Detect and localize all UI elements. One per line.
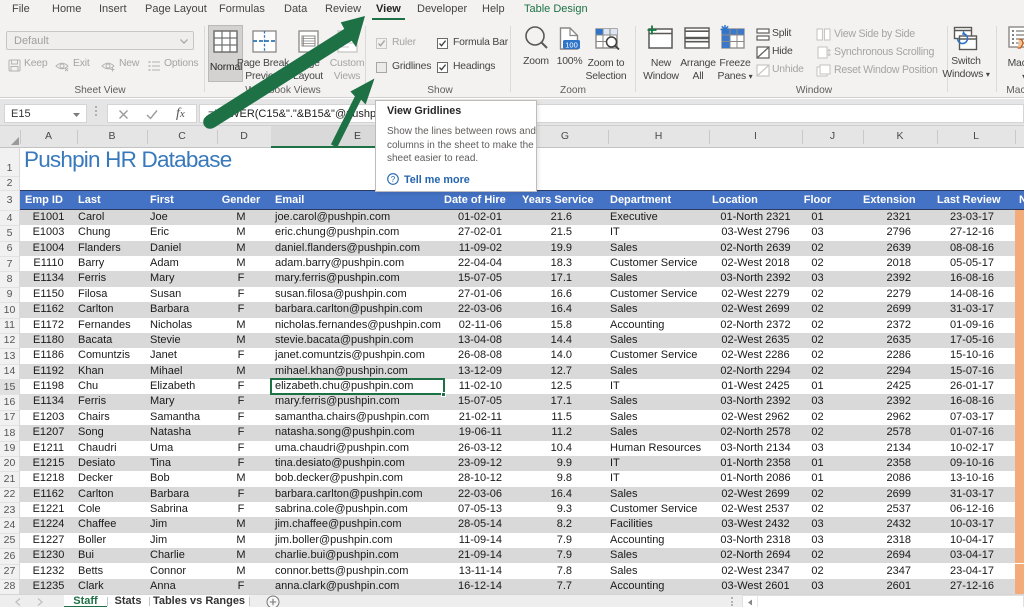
svg-text:?: ? — [391, 175, 396, 184]
svg-text:100: 100 — [565, 41, 578, 50]
